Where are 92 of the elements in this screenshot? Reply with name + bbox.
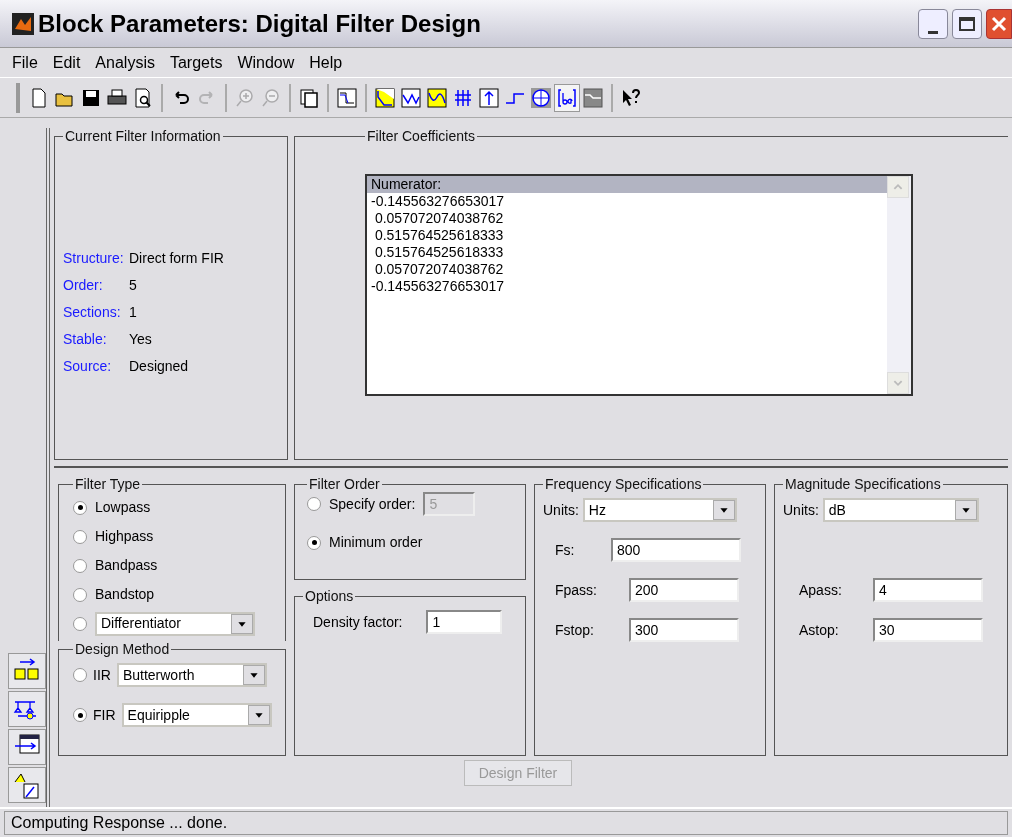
caret-icon (954, 500, 977, 520)
status-text: Computing Response ... done. (4, 811, 1008, 835)
field-label: Apass: (799, 580, 843, 600)
group-title: Frequency Specifications (544, 476, 703, 492)
toolbar-button[interactable] (554, 83, 580, 112)
input-field[interactable]: 300 (629, 618, 739, 642)
list-item[interactable]: Numerator: (367, 176, 887, 193)
menu-item[interactable]: Targets (169, 50, 223, 75)
coefficients-list[interactable]: Numerator: -0.145563276653017 0.057072074038762 0.515764525618333 0.515764525618333 0.057072074038762 -0.145563276653017 (365, 174, 913, 396)
group-title: Options (304, 588, 355, 604)
menu-item[interactable]: File (12, 50, 38, 75)
scroll-down-icon (887, 372, 909, 394)
info-value: 1 (129, 303, 138, 322)
wave-plot-icon (426, 86, 448, 109)
info-label: Sections: (63, 303, 122, 322)
filter-spec-icon (336, 86, 358, 109)
caret-icon (712, 500, 735, 520)
minimize-button[interactable] (918, 8, 948, 39)
input-field[interactable]: 30 (873, 618, 983, 642)
group-title: Filter Coefficients (366, 128, 476, 144)
caret-icon (247, 705, 270, 725)
radio-button[interactable] (73, 587, 87, 602)
brackets-icon (556, 86, 578, 109)
group-title: Design Method (74, 641, 171, 657)
side-toolbar-button[interactable] (8, 729, 46, 765)
close-button[interactable] (986, 8, 1012, 39)
field-label: Fstop: (555, 620, 595, 640)
info-value: 5 (129, 276, 138, 295)
caret-icon (242, 665, 265, 685)
input-field[interactable]: 200 (629, 578, 739, 602)
field-label: Units: (783, 500, 819, 520)
dropdown[interactable]: Butterworth (116, 663, 267, 687)
field-label: Density factor: (313, 612, 403, 632)
input-field[interactable]: 4 (873, 578, 983, 602)
radio-button[interactable] (73, 668, 87, 682)
up-arrow-plot-icon (478, 86, 500, 109)
pages-icon (298, 86, 320, 109)
radio-label[interactable]: IIR (93, 664, 111, 686)
group-title: Filter Order (308, 476, 381, 492)
radio-label[interactable]: FIR (93, 704, 116, 726)
shaded-plot-icon (582, 86, 604, 109)
close-icon (991, 15, 1007, 32)
window-title: Block Parameters: Digital Filter Design (38, 8, 482, 39)
zigzag-plot-icon (400, 86, 422, 109)
info-label: Source: (63, 357, 113, 376)
radio-button[interactable] (73, 708, 87, 722)
dropdown[interactable]: Hz (582, 498, 737, 522)
radio-label[interactable]: Highpass (95, 526, 154, 547)
radio-button[interactable] (307, 535, 321, 550)
input-field[interactable]: 800 (611, 538, 741, 562)
radio-button[interactable] (73, 529, 87, 544)
dropdown[interactable]: Differentiator (95, 611, 255, 636)
lowpass-plot-icon (374, 86, 396, 109)
side-toolbar-button[interactable] (8, 653, 46, 689)
radio-button[interactable] (73, 500, 87, 515)
zoom-in-icon (234, 86, 256, 109)
info-value: Designed (129, 357, 190, 376)
info-value: Direct form FIR (129, 249, 225, 268)
maximize-button[interactable] (952, 8, 982, 39)
side-toolbar-button[interactable] (8, 767, 46, 803)
unit-circle-icon (530, 86, 552, 109)
field-label: Units: (543, 500, 579, 520)
group-title: Current Filter Information (64, 128, 222, 144)
field-label: Fpass: (555, 580, 598, 600)
menu-item[interactable]: Edit (52, 50, 81, 75)
scroll-up-icon (887, 176, 909, 198)
radio-label[interactable]: Bandstop (95, 584, 155, 605)
radio-label[interactable]: Lowpass (95, 497, 151, 518)
radio-button[interactable] (73, 558, 87, 573)
info-value: Yes (129, 330, 153, 349)
radio-label[interactable]: Bandpass (95, 555, 158, 576)
dropdown[interactable]: dB (822, 498, 979, 522)
dropdown[interactable]: Equiripple (121, 703, 272, 727)
zoom-out-icon (260, 86, 282, 109)
group-title: Filter Type (74, 476, 142, 492)
field-label: Astop: (799, 620, 840, 640)
group-title: Magnitude Specifications (784, 476, 942, 492)
radio-button[interactable] (73, 616, 87, 631)
info-label: Stable: (63, 330, 108, 349)
menu-item[interactable]: Help (309, 50, 343, 75)
info-label: Structure: (63, 249, 125, 268)
menu-item[interactable]: Analysis (95, 50, 155, 75)
side-toolbar-button[interactable] (8, 691, 46, 727)
input-field[interactable]: 1 (426, 610, 503, 634)
scrollbar[interactable] (887, 176, 911, 394)
radio-label[interactable]: Minimum order (329, 532, 423, 553)
field-label: Fs: (555, 540, 576, 560)
whats-this-icon (620, 86, 642, 109)
info-label: Order: (63, 276, 104, 295)
menu-item[interactable]: Window (237, 50, 295, 75)
caret-icon (231, 613, 253, 634)
app-logo-icon (12, 12, 34, 35)
